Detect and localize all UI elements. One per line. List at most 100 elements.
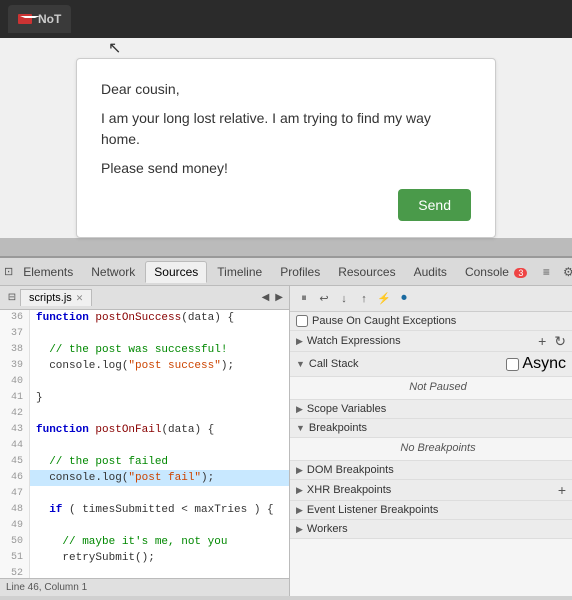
code-line-46: 46 console.log("post fail"); [0,470,289,486]
pause-on-caught-checkbox[interactable] [296,315,308,327]
browser-bar: NoT [0,0,572,38]
code-line-43: 43 function postOnFail(data) { [0,422,289,438]
call-stack-value: Not Paused [310,379,566,395]
code-line-40: 40 [0,374,289,390]
script-filename: scripts.js [29,292,72,304]
watch-refresh-icon[interactable]: ↻ [554,334,566,348]
pause-on-caught-label: Pause On Caught Exceptions [312,315,456,327]
scope-chevron-icon: ▶ [296,404,303,415]
script-tabs: ⊟ scripts.js ✕ ◀ ▶ [0,286,289,310]
code-line-47: 47 [0,486,289,502]
code-line-39: 39 console.log("post success"); [0,358,289,374]
dom-breakpoints-label: DOM Breakpoints [307,464,394,476]
workers-header[interactable]: ▶ Workers [290,520,572,539]
left-panel: ⊟ scripts.js ✕ ◀ ▶ 36 function postOnSuc… [0,286,290,596]
nav-right-icon[interactable]: ▶ [273,292,285,303]
watch-add-icon[interactable]: + [538,334,546,348]
script-tab-close[interactable]: ✕ [76,293,84,304]
event-listener-breakpoints-header[interactable]: ▶ Event Listener Breakpoints [290,501,572,520]
call-stack-label: Call Stack [309,358,359,370]
code-line-49: 49 [0,518,289,534]
devtools-toggle-icon[interactable]: ⊡ [4,264,13,280]
scope-variables-label: Scope Variables [307,403,386,415]
code-line-37: 37 [0,326,289,342]
watch-expressions-label: Watch Expressions [307,335,401,347]
code-line-42: 42 [0,406,289,422]
email-line-3: Please send money! [101,158,471,179]
status-bar: Line 46, Column 1 [0,578,289,596]
async-checkbox[interactable] [506,358,519,371]
code-line-38: 38 // the post was successful! [0,342,289,358]
code-line-50: 50 // maybe it's me, not you [0,534,289,550]
code-line-44: 44 [0,438,289,454]
separator [0,238,572,256]
event-chevron-icon: ▶ [296,505,303,516]
step-over-button[interactable]: ↩ [316,291,332,307]
script-tab-back[interactable]: ⊟ [4,290,20,306]
workers-label: Workers [307,523,348,535]
breakpoints-label: Breakpoints [309,422,367,434]
main-content: Dear cousin, I am your long lost relativ… [0,38,572,238]
xhr-breakpoints-header[interactable]: ▶ XHR Breakpoints + [290,480,572,501]
tab-audits[interactable]: Audits [406,262,455,282]
dom-breakpoints-header[interactable]: ▶ DOM Breakpoints [290,461,572,480]
tab-network[interactable]: Network [83,262,143,282]
email-line-1: Dear cousin, [101,79,471,100]
right-panel: ⏸ ↩ ↓ ↑ ⚡ ⏺ Pause On Caught Exceptions ▶… [290,286,572,596]
event-listener-breakpoints-label: Event Listener Breakpoints [307,504,438,516]
cursor-indicator: ↖ [108,38,121,58]
email-line-2: I am your long lost relative. I am tryin… [101,108,471,150]
code-line-36: 36 function postOnSuccess(data) { [0,310,289,326]
tab-profiles[interactable]: Profiles [272,262,328,282]
browser-tab[interactable]: NoT [8,5,71,33]
tab-resources[interactable]: Resources [330,262,403,282]
pause-on-caught-row: Pause On Caught Exceptions [290,312,572,331]
list-icon[interactable]: ≡ [537,263,555,281]
email-card: Dear cousin, I am your long lost relativ… [76,58,496,238]
mail-icon [18,14,32,24]
nav-left-icon[interactable]: ◀ [260,292,272,303]
scope-variables-header[interactable]: ▶ Scope Variables [290,400,572,419]
activate-button[interactable]: ⏺ [396,291,412,307]
code-line-41: 41 } [0,390,289,406]
watch-chevron-icon: ▶ [296,336,303,347]
step-out-button[interactable]: ↑ [356,291,372,307]
async-label: Async [522,355,566,373]
pause-button[interactable]: ⏸ [296,291,312,307]
xhr-breakpoints-label: XHR Breakpoints [307,484,391,496]
watch-expressions-header[interactable]: ▶ Watch Expressions + ↻ [290,331,572,352]
code-line-51: 51 retrySubmit(); [0,550,289,566]
tab-title: NoT [38,12,61,26]
tab-elements[interactable]: Elements [15,262,81,282]
script-file-tab[interactable]: scripts.js ✕ [20,289,92,306]
xhr-chevron-icon: ▶ [296,485,303,496]
step-into-button[interactable]: ↓ [336,291,352,307]
code-area[interactable]: 36 function postOnSuccess(data) { 37 38 … [0,310,289,578]
console-badge: 3 [514,268,527,278]
send-button[interactable]: Send [398,189,471,221]
breakpoints-chevron-icon: ▼ [296,423,305,433]
async-check: Async [506,355,566,373]
tab-sources[interactable]: Sources [145,261,207,283]
deactivate-button[interactable]: ⚡ [376,291,392,307]
call-stack-content: Not Paused [290,377,572,400]
devtools-panel: ⊡ Elements Network Sources Timeline Prof… [0,256,572,596]
devtools-tabbar: ⊡ Elements Network Sources Timeline Prof… [0,258,572,286]
code-line-52: 52 [0,566,289,578]
call-stack-chevron-icon: ▼ [296,359,305,369]
breakpoints-header[interactable]: ▼ Breakpoints [290,419,572,438]
script-tab-nav: ◀ ▶ [260,292,285,303]
devtools-icons: ≡ ⚙ ⬜ ✕ [537,263,572,281]
dom-chevron-icon: ▶ [296,465,303,476]
workers-chevron-icon: ▶ [296,524,303,535]
send-btn-row: Send [101,189,471,221]
code-line-48: 48 if ( timesSubmitted < maxTries ) { [0,502,289,518]
debugger-controls: ⏸ ↩ ↓ ↑ ⚡ ⏺ [290,286,572,312]
call-stack-header[interactable]: ▼ Call Stack Async [290,352,572,377]
devtools-body: ⊟ scripts.js ✕ ◀ ▶ 36 function postOnSuc… [0,286,572,596]
gear-icon[interactable]: ⚙ [559,263,572,281]
xhr-add-icon[interactable]: + [558,483,566,497]
tab-console[interactable]: Console 3 [457,262,535,282]
breakpoints-value: No Breakpoints [310,440,566,456]
tab-timeline[interactable]: Timeline [209,262,270,282]
